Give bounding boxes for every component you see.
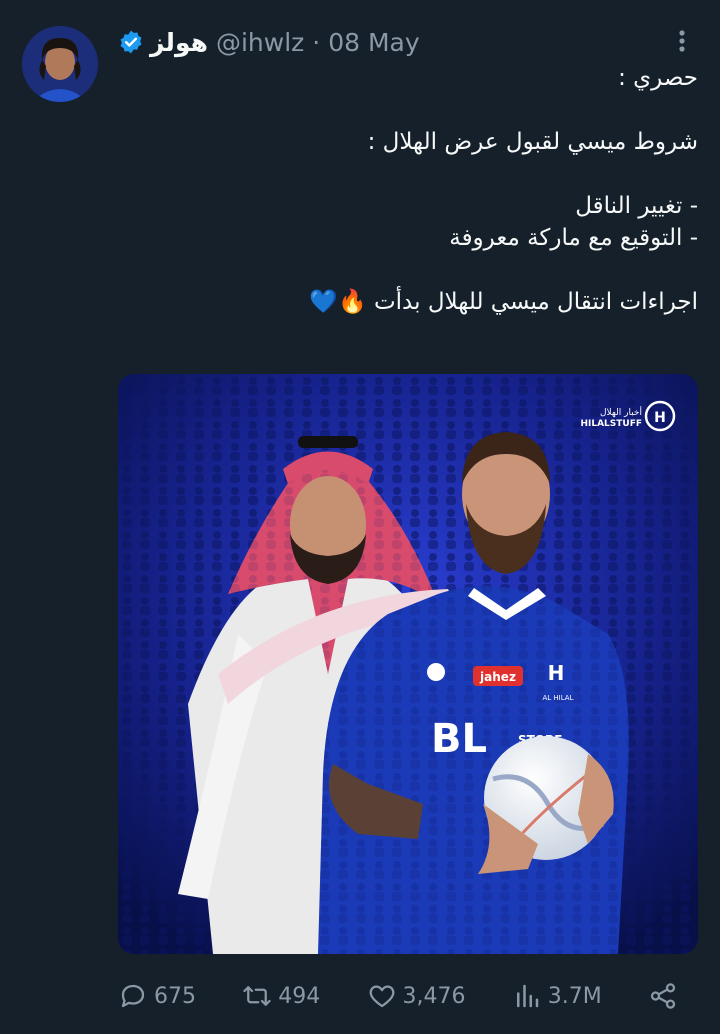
tweet-date[interactable]: 08 May (328, 28, 419, 57)
tweet-line-6: - التوقيع مع ماركة معروفة (449, 225, 698, 251)
tweet-line-1: حصري : (618, 65, 698, 91)
like-button[interactable]: 3,476 (367, 981, 466, 1011)
share-icon (650, 983, 676, 1009)
reply-button[interactable]: 675 (118, 981, 196, 1011)
header-separator: · (312, 27, 321, 57)
views-chart-icon (516, 984, 538, 1008)
tweet-line-3: شروط ميسي لقبول عرض الهلال : (367, 129, 698, 155)
view-count: 3.7M (547, 983, 602, 1009)
tweet-actions-bar: 675 494 3,476 3.7M (118, 978, 678, 1014)
retweet-button[interactable]: 494 (242, 981, 320, 1011)
retweet-count: 494 (278, 983, 321, 1009)
reply-count: 675 (154, 983, 196, 1009)
avatar-image (22, 26, 98, 102)
tweet-line-blank (108, 158, 698, 190)
author-avatar[interactable] (22, 26, 98, 102)
heart-icon (369, 985, 394, 1008)
more-options-icon[interactable] (674, 28, 690, 54)
share-button[interactable] (648, 981, 678, 1011)
sponsor-text: jahez (479, 670, 516, 684)
svg-text:H: H (548, 661, 565, 685)
tweet-line-blank (108, 254, 698, 286)
tweet-text: حصري : شروط ميسي لقبول عرض الهلال : - تغ… (108, 62, 698, 318)
media-illustration: H أخبار الهلال HILALSTUFF jahez H AL HIL… (118, 374, 698, 954)
verified-badge-icon (120, 30, 142, 54)
tweet-line-blank (108, 94, 698, 126)
tweet-line-8: اجراءات انتقال ميسي للهلال بدأت 🔥💙 (309, 289, 698, 315)
watermark-bottom: HILALSTUFF (580, 419, 642, 429)
badge-text: AL HILAL (543, 694, 574, 702)
author-display-name[interactable]: هولز (150, 28, 208, 57)
views-button[interactable]: 3.7M (512, 981, 602, 1011)
author-handle[interactable]: @ihwlz (216, 28, 304, 57)
watermark-top: أخبار الهلال (600, 406, 642, 418)
tweet-media-image[interactable]: H أخبار الهلال HILALSTUFF jahez H AL HIL… (118, 374, 698, 954)
svg-text:BL: BL (431, 716, 487, 762)
tweet-header: هولز @ihwlz · 08 May (118, 26, 420, 58)
like-count: 3,476 (402, 983, 466, 1009)
retweet-icon (243, 986, 271, 1006)
svg-text:H: H (654, 410, 666, 426)
reply-icon (121, 984, 145, 1008)
tweet-line-5: - تغيير الناقل (575, 193, 698, 219)
